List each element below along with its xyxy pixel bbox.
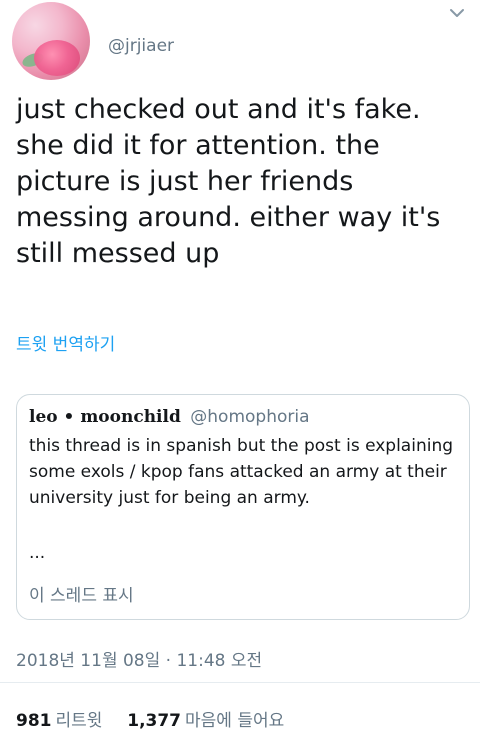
quoted-tweet-header: leo • moonchild @homophoria [29,405,310,429]
tweet-text: just checked out and it's fake. she did … [16,94,441,269]
quoted-tweet-author-name: leo • moonchild [29,407,181,427]
retweets-count: 981 [16,711,52,731]
tweet-timestamp[interactable]: 2018년 11월 08일 · 11:48 오전 [16,646,262,671]
show-thread-link[interactable]: 이 스레드 표시 [29,581,134,606]
divider [0,682,480,683]
retweets-label: 리트윗 [55,711,103,731]
translate-tweet-link[interactable]: 트윗 번역하기 [16,330,115,355]
avatar[interactable] [12,2,90,80]
avatar-flower-shape [34,40,80,76]
quoted-tweet-ellipsis: ... [29,543,46,563]
tweet-stats: 981 리트윗 1,377 마음에 들어요 [16,706,284,731]
author-handle[interactable]: @jrjiaer [108,36,174,56]
chevron-down-icon[interactable] [448,4,466,22]
likes-stat[interactable]: 1,377 마음에 들어요 [127,711,284,731]
likes-label: 마음에 들어요 [185,711,285,731]
quoted-tweet-card[interactable]: leo • moonchild @homophoria this thread … [16,394,470,620]
quoted-tweet-author-handle: @homophoria [190,407,310,427]
quoted-tweet-text: this thread is in spanish but the post i… [29,436,454,508]
retweets-stat[interactable]: 981 리트윗 [16,711,102,731]
likes-count: 1,377 [127,711,182,731]
